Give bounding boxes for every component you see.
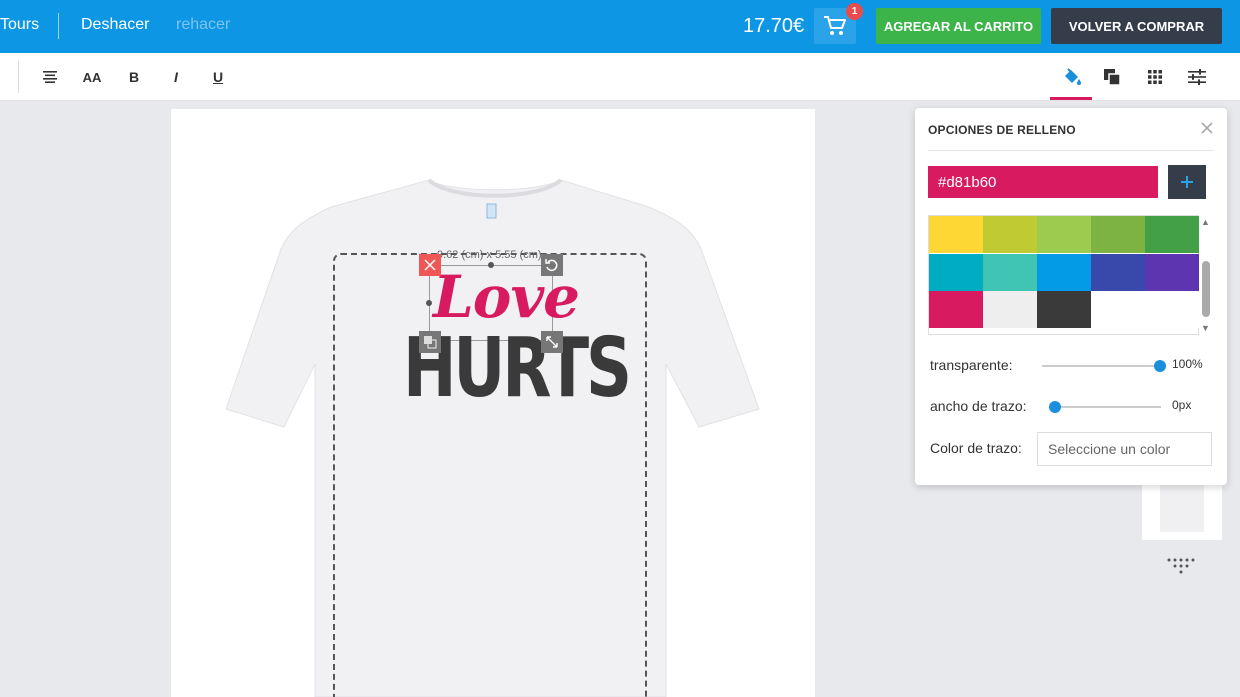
design-canvas[interactable]: 9.62 (cm) x 5.55 (cm) Love HURTS [171, 109, 815, 697]
stroke-width-slider-knob[interactable] [1049, 401, 1061, 413]
stroke-color-input[interactable] [1037, 432, 1212, 466]
rotate-icon [545, 259, 558, 272]
color-swatch-grid [928, 215, 1199, 335]
color-swatch[interactable] [1037, 253, 1091, 291]
topbar-divider [58, 13, 59, 39]
transparency-label: transparente: [930, 357, 1013, 373]
italic-button[interactable]: I [164, 65, 188, 89]
bold-button[interactable]: B [122, 65, 146, 89]
duplicate-icon [424, 336, 437, 349]
add-color-button[interactable] [1168, 165, 1206, 199]
stroke-color-label: Color de trazo: [930, 440, 1022, 456]
color-swatch[interactable] [1091, 291, 1145, 328]
back-to-shop-button[interactable]: VOLVER A COMPRAR [1051, 8, 1222, 44]
adjustments-button[interactable] [1185, 65, 1209, 89]
color-swatch[interactable] [983, 216, 1037, 253]
cart-icon [824, 16, 846, 35]
delete-element-button[interactable] [419, 254, 441, 276]
panel-divider [928, 150, 1214, 151]
scrollbar-thumb[interactable] [1202, 261, 1210, 317]
underline-button[interactable]: U [206, 65, 230, 89]
duplicate-element-button[interactable] [419, 331, 441, 353]
font-size-button[interactable]: AA [80, 65, 104, 89]
total-price: 17.70€ [743, 15, 805, 37]
transparency-slider[interactable] [1042, 365, 1160, 367]
color-swatch[interactable] [1145, 216, 1199, 253]
color-swatch[interactable] [983, 253, 1037, 291]
scroll-down-icon[interactable]: ▼ [1201, 323, 1210, 333]
redo-button[interactable]: rehacer [176, 16, 230, 34]
paint-bucket-icon [1065, 68, 1081, 85]
hex-color-input[interactable] [928, 166, 1158, 198]
undo-button[interactable]: Deshacer [81, 16, 149, 34]
stroke-width-value: 0px [1172, 398, 1192, 412]
fill-options-button[interactable] [1060, 65, 1084, 89]
plus-icon [1181, 176, 1193, 188]
tours-link[interactable]: Tours [0, 16, 39, 34]
grid-icon [1148, 70, 1162, 84]
swatch-scrollbar[interactable]: ▲ ▼ [1200, 215, 1213, 335]
layer-options-button[interactable] [1100, 65, 1124, 89]
color-swatch[interactable] [1091, 216, 1145, 253]
sliders-icon [1188, 69, 1206, 85]
selection-dimensions: 9.62 (cm) x 5.55 (cm) [437, 249, 542, 261]
resize-handle-left[interactable] [426, 300, 432, 306]
color-swatch[interactable] [1037, 216, 1091, 253]
color-swatch[interactable] [983, 291, 1037, 328]
layers-icon [1104, 69, 1121, 86]
color-swatch[interactable] [1091, 253, 1145, 291]
color-swatch[interactable] [1145, 253, 1199, 291]
text-align-button[interactable] [38, 65, 62, 89]
active-tab-indicator [1050, 97, 1092, 100]
resize-icon [546, 336, 558, 348]
stroke-width-label: ancho de trazo: [930, 398, 1027, 414]
panel-title: OPCIONES DE RELLENO [928, 123, 1076, 137]
scale-element-button[interactable] [541, 331, 563, 353]
color-swatch[interactable] [929, 216, 983, 253]
close-icon [424, 259, 436, 271]
pattern-options-button[interactable] [1143, 65, 1167, 89]
close-icon[interactable] [1199, 120, 1215, 136]
thumbnail-image [1160, 480, 1204, 532]
add-to-cart-button[interactable]: AGREGAR AL CARRITO [876, 8, 1041, 44]
color-swatch[interactable] [929, 253, 983, 291]
transparency-slider-knob[interactable] [1154, 360, 1166, 372]
text-toolbar: AA B I U [0, 53, 1240, 101]
more-views-icon[interactable] [1166, 557, 1196, 575]
fill-options-panel: OPCIONES DE RELLENO ▲ ▼ transparente: 10… [915, 108, 1227, 485]
cart-count-badge: 1 [846, 3, 863, 20]
top-bar: Tours Deshacer rehacer 17.70€ 1 AGREGAR … [0, 0, 1240, 53]
rotate-element-button[interactable] [541, 254, 563, 276]
transparency-value: 100% [1172, 357, 1203, 371]
align-center-icon [43, 71, 57, 83]
scroll-up-icon[interactable]: ▲ [1201, 217, 1210, 227]
color-swatch[interactable] [1145, 291, 1199, 328]
color-swatch[interactable] [929, 291, 983, 328]
stroke-width-slider[interactable] [1049, 406, 1161, 408]
toolbar-divider [18, 61, 19, 93]
color-swatch[interactable] [1037, 291, 1091, 328]
